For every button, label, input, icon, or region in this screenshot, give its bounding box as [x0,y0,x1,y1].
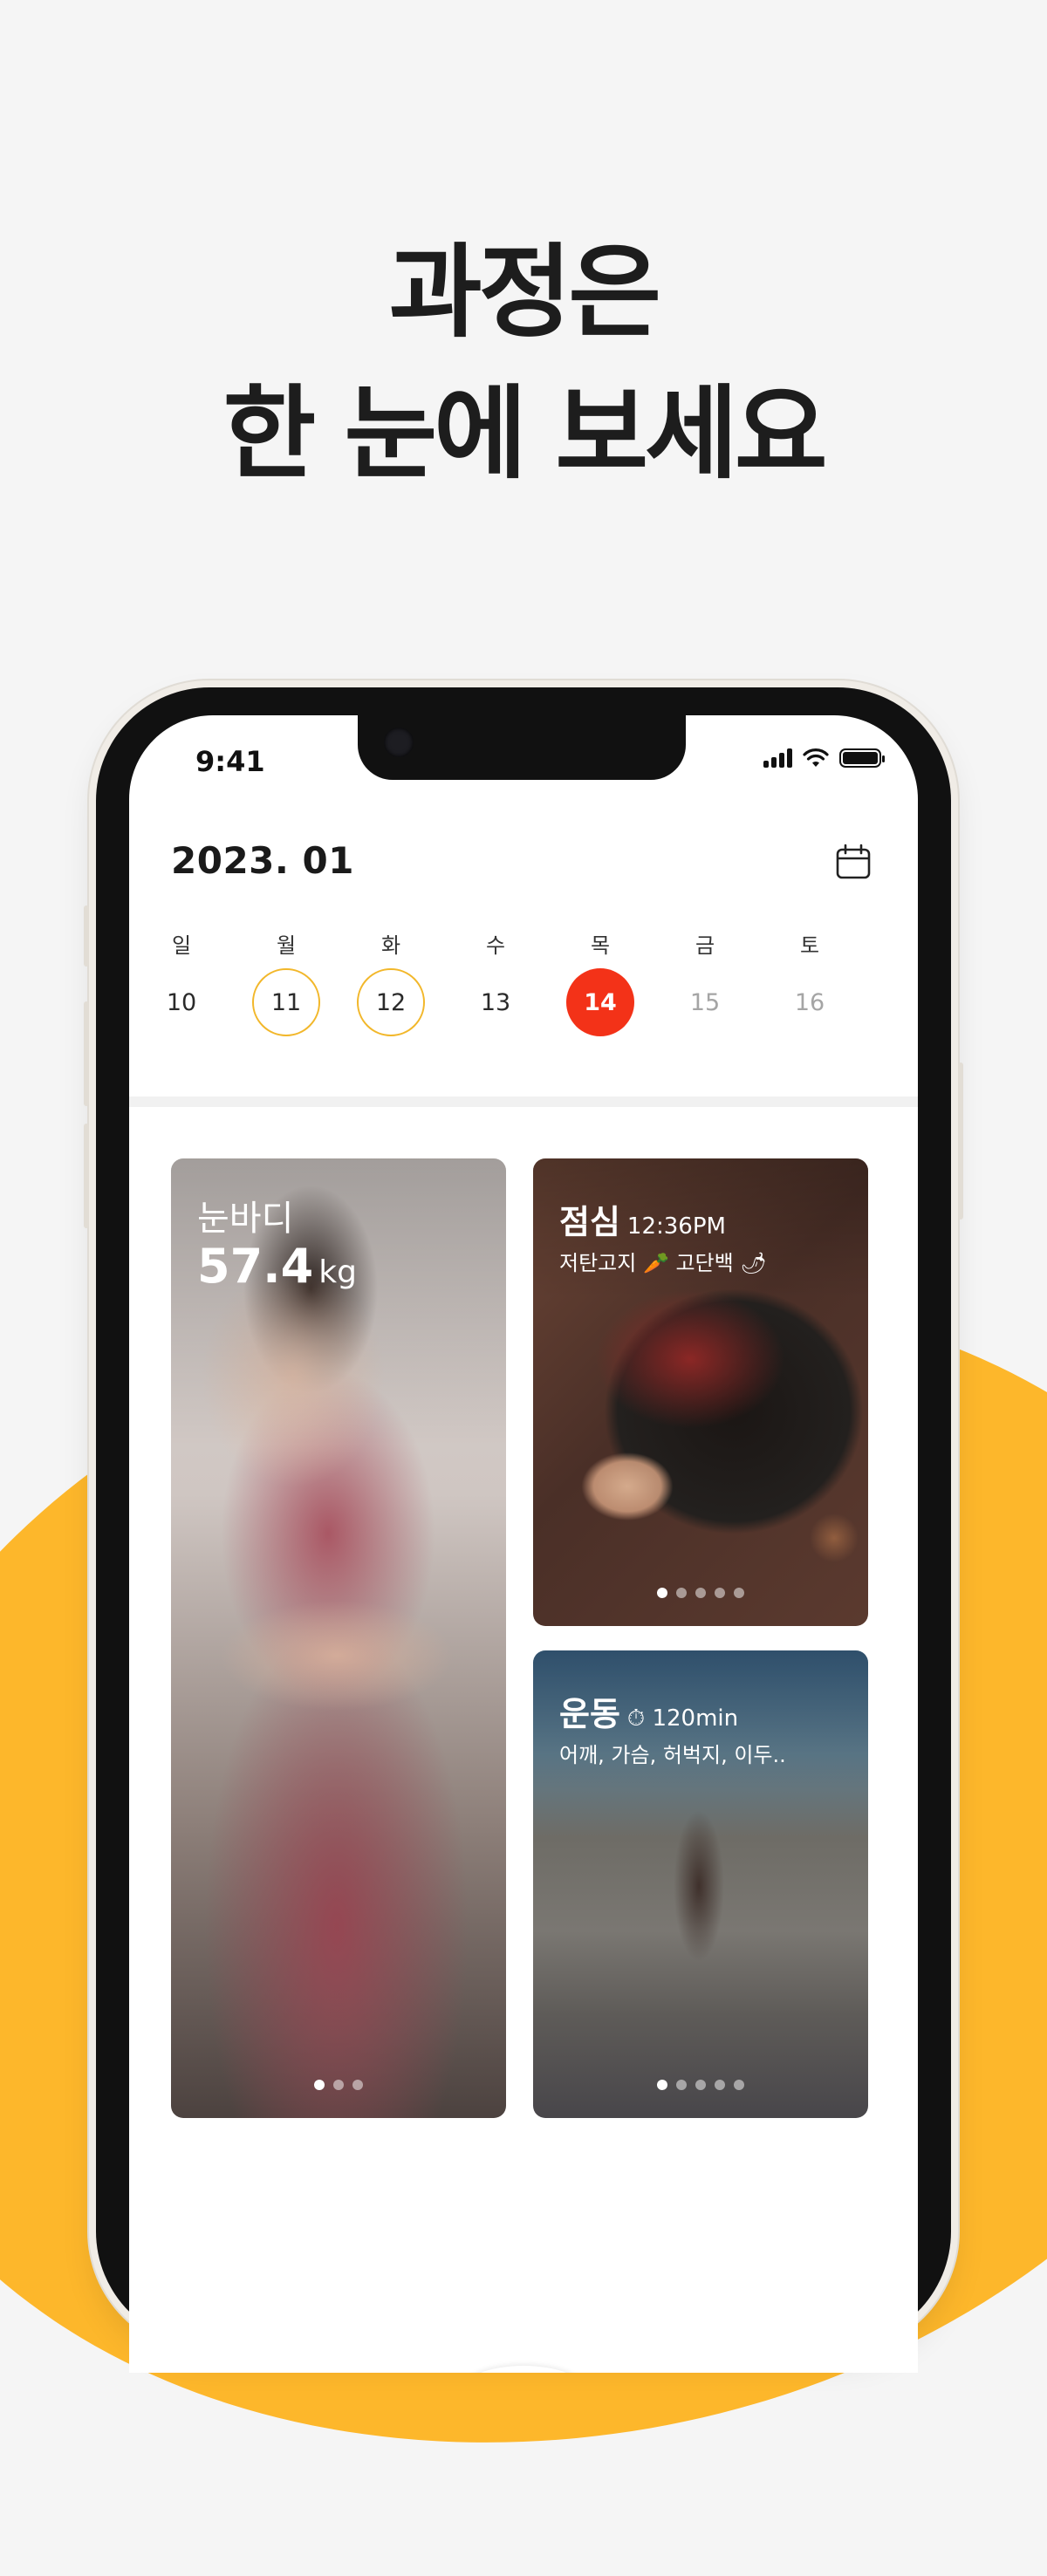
weekday-label: 금 [695,933,715,958]
page-dot [715,1588,725,1598]
weekday-label: 토 [799,933,820,958]
page-dot [657,2080,667,2090]
front-camera [384,728,414,757]
meal-tags: 저탄고지 🥕 고단백 🌶 [559,1251,767,1275]
workout-card-header: 운동 ⏱ 120min [559,1687,738,1735]
month-label: 2023. 01 [171,839,354,882]
phone-side-button [84,1124,89,1228]
body-card-pagination [171,2080,506,2090]
headline-line-2: 한 눈에 보세요 [222,375,827,493]
meal-title: 점심 [559,1203,620,1241]
tab-bar-center-button[interactable] [461,2366,586,2373]
workout-card-pagination [533,2080,868,2090]
notch [358,715,686,780]
meal-card-header: 점심 12:36PM [559,1195,726,1243]
headline-line-1: 과정은 [388,234,661,352]
page-dot [734,2080,744,2090]
day-16[interactable]: 16 [776,968,844,1036]
cellular-signal-icon [763,748,792,768]
page-dot [695,2080,706,2090]
workout-title: 운동 [559,1695,620,1733]
day-13[interactable]: 13 [462,968,530,1036]
workout-duration: ⏱ 120min [626,1705,739,1732]
page-dot [695,1588,706,1598]
meal-card-pagination [533,1588,868,1598]
headline: 과정은 한 눈에 보세요 [0,222,1047,505]
page-dot [715,2080,725,2090]
phone-frame: 9:41 2023. 01 일 월 화 수 목 금 토 10 11 12 13 … [84,687,963,2373]
body-weight-value: 57.4 [197,1239,314,1294]
body-card-title: 눈바디 [197,1199,294,1239]
page-dot [333,2080,344,2090]
workout-body-parts: 어깨, 가슴, 허벅지, 이두.. [559,1743,786,1767]
body-weight-unit: kg [318,1254,357,1290]
page-dot [676,1588,687,1598]
weekday-label: 화 [380,933,401,958]
body-photo-card[interactable]: 눈바디 57.4 kg [171,1158,506,2118]
day-10[interactable]: 10 [147,968,216,1036]
page-dot [734,1588,744,1598]
status-time: 9:41 [195,745,265,778]
page-dot [657,1588,667,1598]
page-dot [314,2080,325,2090]
page-dot [352,2080,363,2090]
day-row: 10 11 12 13 14 15 16 [129,968,918,1036]
weekday-label: 목 [590,933,611,958]
calendar-icon[interactable] [834,843,872,881]
weekday-row: 일 월 화 수 목 금 토 [129,928,918,959]
wifi-icon [803,748,829,767]
workout-card[interactable]: 운동 ⏱ 120min 어깨, 가슴, 허벅지, 이두.. [533,1650,868,2118]
phone-screen: 9:41 2023. 01 일 월 화 수 목 금 토 10 11 12 13 … [129,715,918,2373]
weekday-label: 수 [485,933,506,958]
body-weight: 57.4 kg [197,1239,357,1294]
weekday-label: 월 [276,933,297,958]
section-divider [129,1097,918,1107]
day-15[interactable]: 15 [671,968,739,1036]
day-11[interactable]: 11 [252,968,320,1036]
page-dot [676,2080,687,2090]
status-icons [763,748,885,768]
phone-side-button [84,905,89,967]
day-12[interactable]: 12 [357,968,425,1036]
meal-time: 12:36PM [626,1213,726,1240]
phone-side-button [84,1001,89,1106]
battery-icon [839,748,885,768]
day-14-selected[interactable]: 14 [566,968,634,1036]
weekday-label: 일 [171,933,192,958]
phone-side-button [958,1063,963,1220]
meal-card[interactable]: 점심 12:36PM 저탄고지 🥕 고단백 🌶 [533,1158,868,1626]
